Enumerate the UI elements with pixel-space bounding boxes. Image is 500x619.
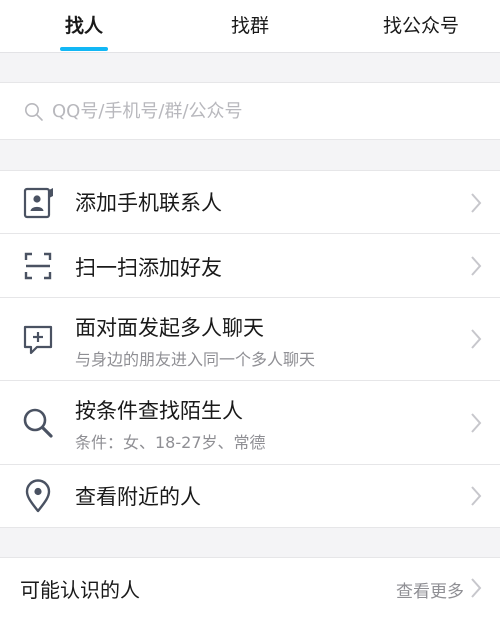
list-item-title: 按条件查找陌生人 [75,399,243,423]
active-tab-indicator [60,47,108,51]
chevron-right-icon [471,193,482,213]
magnifier-icon [23,408,53,438]
find-options-list: 添加手机联系人 扫一扫添加好友 面对面发起多人聊天 与身边的朋友进入同一个多人聊… [0,170,500,528]
people-you-may-know-header: 可能认识的人 查看更多 [0,557,500,619]
location-pin-icon [25,479,51,513]
chevron-right-icon [471,413,482,433]
list-item-title: 查看附近的人 [75,485,201,509]
list-item-add-phone-contacts[interactable]: 添加手机联系人 [0,171,500,234]
list-item-find-strangers[interactable]: 按条件查找陌生人 条件：女、18-27岁、常德 [0,381,500,465]
tab-find-groups[interactable]: 找群 [200,0,300,52]
search-icon [25,103,43,121]
list-item-subtitle: 条件：女、18-27岁、常德 [75,433,266,452]
chevron-right-icon [471,486,482,506]
list-item-subtitle: 与身边的朋友进入同一个多人聊天 [75,350,316,369]
list-item-scan-add-friend[interactable]: 扫一扫添加好友 [0,234,500,298]
list-item-face-to-face-chat[interactable]: 面对面发起多人聊天 与身边的朋友进入同一个多人聊天 [0,298,500,381]
search-bar[interactable] [0,82,500,140]
chevron-right-icon[interactable] [470,577,482,599]
tab-find-people[interactable]: 找人 [34,0,134,52]
chat-add-icon [23,325,53,355]
list-item-title: 扫一扫添加好友 [75,256,222,280]
top-tab-bar: 找人 找群 找公众号 [0,0,500,53]
list-item-title: 添加手机联系人 [75,191,222,215]
contact-card-icon [23,187,53,219]
see-more-link[interactable]: 查看更多 [396,577,464,602]
section-title: 可能认识的人 [20,578,140,602]
tab-find-official-accounts[interactable]: 找公众号 [356,0,486,52]
scan-icon [24,252,52,280]
chevron-right-icon [471,256,482,276]
list-item-nearby-people[interactable]: 查看附近的人 [0,465,500,527]
list-item-title: 面对面发起多人聊天 [75,316,264,340]
chevron-right-icon [471,329,482,349]
search-input[interactable] [52,96,472,126]
